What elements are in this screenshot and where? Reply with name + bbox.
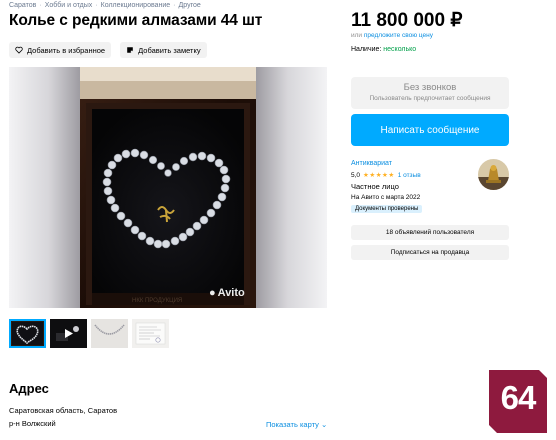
add-note-button[interactable]: Добавить заметку [120, 42, 207, 58]
user-ads-button[interactable]: 18 объявлений пользователя [351, 225, 509, 240]
breadcrumb-separator: · [173, 2, 176, 9]
region-badge-number: 64 [500, 379, 537, 416]
gallery-blur-right [255, 67, 327, 308]
photo-gallery[interactable]: НКК ПРОДУКЦИЯ ● Avito [9, 67, 327, 308]
subscribe-seller-button[interactable]: Подписаться на продавца [351, 245, 509, 260]
seller-type: Частное лицо [351, 182, 399, 191]
offer-price-link[interactable]: предложите свою цену [364, 32, 433, 39]
thumbnail-2-image [50, 319, 87, 348]
thumbnail-4-image [132, 319, 169, 348]
breadcrumb-item-city[interactable]: Саратов [9, 2, 36, 9]
address-heading: Адрес [9, 381, 49, 396]
heart-icon [15, 46, 23, 54]
availability-value: несколько [383, 46, 417, 53]
availability-label: Наличие: [351, 46, 382, 53]
thumbnail-3[interactable] [91, 319, 128, 348]
thumbnail-1[interactable] [9, 319, 46, 348]
thumbnail-strip [9, 319, 169, 348]
seller-rating: 5,0 ★★★★★ 1 отзыв [351, 171, 421, 180]
breadcrumb-item-other[interactable]: Другое [179, 2, 201, 9]
note-icon [127, 47, 133, 53]
region-badge: 64 [489, 370, 547, 433]
availability: Наличие: несколько [351, 46, 416, 53]
no-calls-subtitle: Пользователь предпочитает сообщения [369, 95, 491, 102]
main-photo[interactable]: НКК ПРОДУКЦИЯ [80, 67, 256, 308]
thumbnail-1-image [9, 319, 46, 348]
listing-actions: Добавить в избранное Добавить заметку [9, 42, 207, 58]
breadcrumb-separator: · [95, 2, 98, 9]
listing-title: Колье с редкими алмазами 44 шт [9, 12, 263, 29]
seller-avatar[interactable] [478, 159, 509, 190]
rating-value: 5,0 [351, 171, 361, 179]
breadcrumb-item-hobby[interactable]: Хобби и отдых [45, 2, 93, 9]
breadcrumb: Саратов · Хобби и отдых · Коллекционирован… [9, 2, 201, 9]
thumbnail-2-video[interactable] [50, 319, 87, 348]
reviews-link[interactable]: 1 отзыв [398, 172, 421, 179]
add-note-label: Добавить заметку [138, 45, 201, 55]
no-calls-title: Без звонков [403, 82, 457, 93]
seller-avatar-image [478, 159, 509, 190]
documents-verified-badge: Документы проверены [351, 205, 423, 213]
avito-watermark: ● Avito [209, 287, 245, 299]
price-hint: или предложите свою цену [351, 32, 433, 39]
address-line-district: р-н Волжский [9, 419, 56, 428]
price: 11 800 000 ₽ [351, 10, 463, 31]
rating-stars-icon: ★★★★★ [363, 172, 395, 179]
thumbnail-3-image [91, 319, 128, 348]
seller-name-link[interactable]: Антиквариат [351, 160, 392, 167]
show-map-link[interactable]: Показать карту ⌄ [266, 420, 327, 429]
add-to-favorites-button[interactable]: Добавить в избранное [9, 42, 112, 58]
write-message-button[interactable]: Написать сообщение [351, 114, 509, 146]
svg-text:НКК ПРОДУКЦИЯ: НКК ПРОДУКЦИЯ [132, 298, 182, 304]
avito-watermark-text: Avito [217, 287, 245, 299]
avito-logo-icon: ● [209, 287, 216, 299]
thumbnail-4[interactable] [132, 319, 169, 348]
address-line-city: Саратовская область, Саратов [9, 406, 118, 415]
breadcrumb-separator: · [39, 2, 42, 9]
price-hint-prefix: или [351, 32, 363, 39]
gallery-blur-left [9, 67, 81, 308]
breadcrumb-item-collecting[interactable]: Коллекционирование [101, 2, 171, 9]
no-calls-notice: Без звонков Пользователь предпочитает со… [351, 77, 509, 109]
seller-since: На Авито с марта 2022 [351, 194, 421, 201]
add-to-favorites-label: Добавить в избранное [27, 45, 106, 55]
